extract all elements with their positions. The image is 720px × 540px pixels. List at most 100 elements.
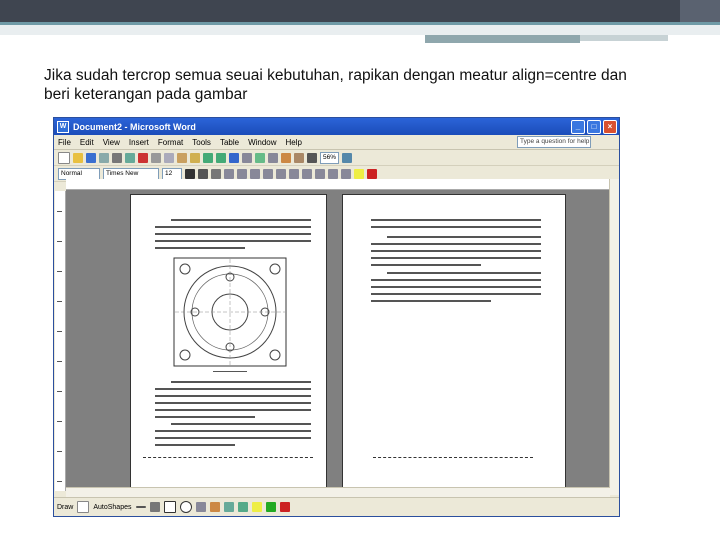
redo-icon[interactable]: [216, 152, 226, 163]
menu-window[interactable]: Window: [248, 138, 276, 147]
select-objects-icon[interactable]: [77, 501, 90, 513]
close-icon[interactable]: ×: [603, 119, 617, 134]
ruler-tick: [57, 451, 62, 452]
border-icon[interactable]: [341, 168, 351, 179]
horizontal-scrollbar[interactable]: [66, 487, 610, 497]
help-question-box[interactable]: Type a question for help: [517, 136, 591, 148]
document-page-2[interactable]: [342, 194, 566, 492]
fill-color-icon[interactable]: [251, 502, 262, 512]
rectangle-tool-icon[interactable]: [163, 501, 176, 513]
underline-icon[interactable]: [211, 168, 221, 179]
outdent-icon[interactable]: [328, 168, 338, 179]
bullets-icon[interactable]: [302, 168, 312, 179]
permission-icon[interactable]: [99, 152, 109, 163]
hyperlink-icon[interactable]: [229, 152, 239, 163]
format-painter-icon[interactable]: [190, 152, 200, 163]
ruler-tick: [57, 301, 62, 302]
font-select[interactable]: Times New Roman: [103, 167, 159, 187]
paste-icon[interactable]: [177, 152, 187, 163]
align-center-icon[interactable]: [237, 168, 247, 179]
text-line: [371, 250, 541, 252]
oval-tool-icon[interactable]: [179, 501, 192, 513]
line-color-icon[interactable]: [265, 502, 276, 512]
text-line: [371, 279, 541, 281]
slide-tab-block-light: [580, 35, 668, 41]
slide-tab-block: [425, 35, 580, 43]
zoom-select[interactable]: 56%: [320, 151, 340, 164]
menu-format[interactable]: Format: [158, 138, 183, 147]
technical-drawing-image[interactable]: [173, 257, 287, 367]
text-line: [387, 236, 541, 238]
text-line: [155, 444, 235, 446]
drawing-icon[interactable]: [281, 152, 291, 163]
text-line: [155, 395, 311, 397]
text-line: [155, 437, 311, 439]
slide-header-band: [0, 0, 720, 22]
font-color-icon[interactable]: [367, 168, 377, 179]
style-select[interactable]: Normal: [58, 167, 100, 180]
arrow-tool-icon[interactable]: [149, 502, 160, 512]
line-tool-icon[interactable]: [135, 506, 146, 508]
copy-icon[interactable]: [164, 152, 174, 163]
autoshapes-menu[interactable]: AutoShapes: [93, 504, 131, 511]
page-margin-marker: [373, 457, 533, 458]
menu-tools[interactable]: Tools: [192, 138, 211, 147]
text-line: [371, 257, 541, 259]
columns-icon[interactable]: [268, 152, 278, 163]
numbering-icon[interactable]: [289, 168, 299, 179]
slide-body-text: Jika sudah tercrop semua seuai kebutuhan…: [44, 67, 627, 103]
font-color-draw-icon[interactable]: [279, 502, 290, 512]
excel-icon[interactable]: [255, 152, 265, 163]
indent-icon[interactable]: [315, 168, 325, 179]
text-line: [371, 300, 491, 302]
pilcrow-icon[interactable]: [307, 152, 317, 163]
text-line: [371, 286, 541, 288]
align-left-icon[interactable]: [224, 168, 234, 179]
vertical-scrollbar[interactable]: [609, 179, 619, 495]
minimize-icon[interactable]: _: [571, 119, 585, 134]
cut-icon[interactable]: [151, 152, 161, 163]
read-icon[interactable]: [342, 152, 353, 163]
map-icon[interactable]: [294, 152, 304, 163]
menu-table[interactable]: Table: [220, 138, 239, 147]
page-margin-marker: [143, 457, 313, 458]
print-preview-icon[interactable]: [125, 152, 135, 163]
document-area[interactable]: [66, 190, 610, 495]
horizontal-ruler[interactable]: [66, 179, 611, 190]
menu-insert[interactable]: Insert: [129, 138, 149, 147]
italic-icon[interactable]: [198, 168, 208, 179]
textbox-icon[interactable]: [195, 502, 206, 512]
text-line: [155, 430, 311, 432]
open-icon[interactable]: [73, 152, 83, 163]
draw-menu[interactable]: Draw: [57, 504, 73, 511]
document-page-1[interactable]: [130, 194, 327, 492]
picture-icon[interactable]: [237, 502, 248, 512]
ruler-tick: [57, 391, 62, 392]
window-title: Document2 - Microsoft Word: [73, 121, 196, 132]
word-icon: W: [57, 120, 69, 133]
menu-file[interactable]: File: [58, 138, 71, 147]
vertical-ruler[interactable]: [55, 191, 66, 491]
print-icon[interactable]: [112, 152, 122, 163]
undo-icon[interactable]: [203, 152, 213, 163]
text-line: [155, 409, 311, 411]
highlight-icon[interactable]: [354, 168, 364, 179]
menu-view[interactable]: View: [103, 138, 120, 147]
text-line: [171, 423, 311, 425]
spelling-icon[interactable]: [138, 152, 148, 163]
bold-icon[interactable]: [185, 168, 195, 179]
table-icon[interactable]: [242, 152, 252, 163]
clipart-icon[interactable]: [223, 502, 234, 512]
text-line: [155, 233, 311, 235]
font-size-select[interactable]: 12: [162, 167, 182, 180]
align-right-icon[interactable]: [250, 168, 260, 179]
maximize-icon[interactable]: □: [587, 119, 601, 134]
menu-edit[interactable]: Edit: [80, 138, 94, 147]
save-icon[interactable]: [86, 152, 96, 163]
menu-help[interactable]: Help: [286, 138, 302, 147]
justify-icon[interactable]: [263, 168, 273, 179]
text-line: [155, 388, 311, 390]
wordart-icon[interactable]: [209, 502, 220, 512]
new-icon[interactable]: [58, 151, 70, 164]
line-spacing-icon[interactable]: [276, 168, 286, 179]
